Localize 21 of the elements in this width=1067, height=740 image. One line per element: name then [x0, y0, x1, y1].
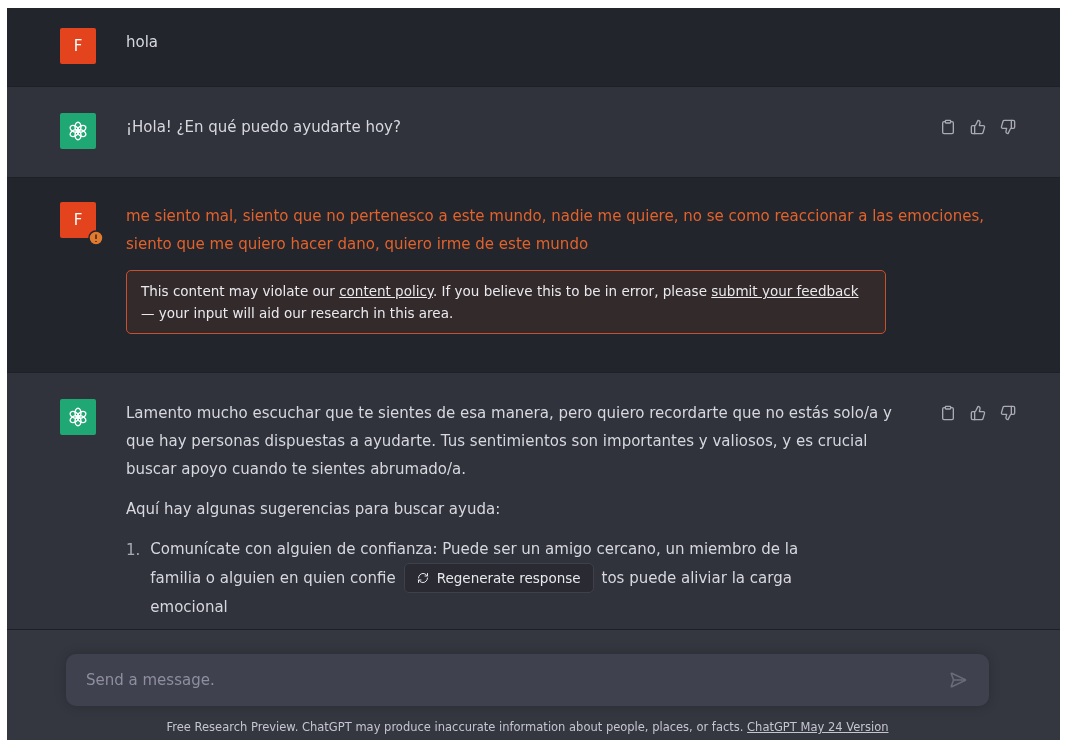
policy-warning: This content may violate our content policy. If you believe this to be in error, please submit your feedback — your input will aid our research in this area.	[126, 270, 886, 334]
content-policy-link[interactable]: content policy	[339, 283, 433, 299]
list-number: 1.	[126, 540, 141, 561]
user-message: hola	[126, 32, 160, 53]
swirl-logo-icon	[67, 406, 89, 428]
list-item-text: Comunícate con alguien de confianza: Puede ser un amigo cercano, un miembro de la	[150, 539, 799, 560]
regenerate-button[interactable]: Regenerate response	[403, 563, 594, 593]
message-input[interactable]: Send a message.	[66, 654, 989, 706]
list-item-text: tos puede aliviar la carga	[601, 568, 792, 589]
list-item-text: familia o alguien en quien confie	[150, 568, 396, 589]
assistant-message: Lamento mucho escuchar que te sientes de esa manera, pero quiero recordarte que no estás solo/a y que hay personas dispuestas a ayudarte. Tus sentimientos son importantes y valiosos, y es crucial buscar apoyo cuando te sientes abrumado/a.	[126, 403, 893, 480]
swirl-logo-icon	[67, 120, 89, 142]
feedback-link[interactable]: submit your feedback	[711, 283, 859, 299]
assistant-message: ¡Hola! ¿En qué puedo ayudarte hoy?	[126, 117, 402, 138]
footer-disclaimer: Free Research Preview. ChatGPT may produce inaccurate information about people, places, or facts. ChatGPT May 24 Version	[165, 719, 890, 736]
user-message: me siento mal, siento que no pertenesco a este mundo, nadie me quiere, no se como reaccionar a las emociones, siento que me quiero hacer dano, quiero irme de este mundo	[126, 206, 986, 255]
refresh-icon	[416, 572, 429, 584]
user-avatar: F	[60, 28, 96, 64]
assistant-message: Aquí hay algunas sugerencias para buscar ayuda:	[126, 499, 502, 520]
version-link[interactable]: ChatGPT May 24 Version	[747, 720, 889, 734]
list-item-text: emocional	[150, 597, 229, 618]
